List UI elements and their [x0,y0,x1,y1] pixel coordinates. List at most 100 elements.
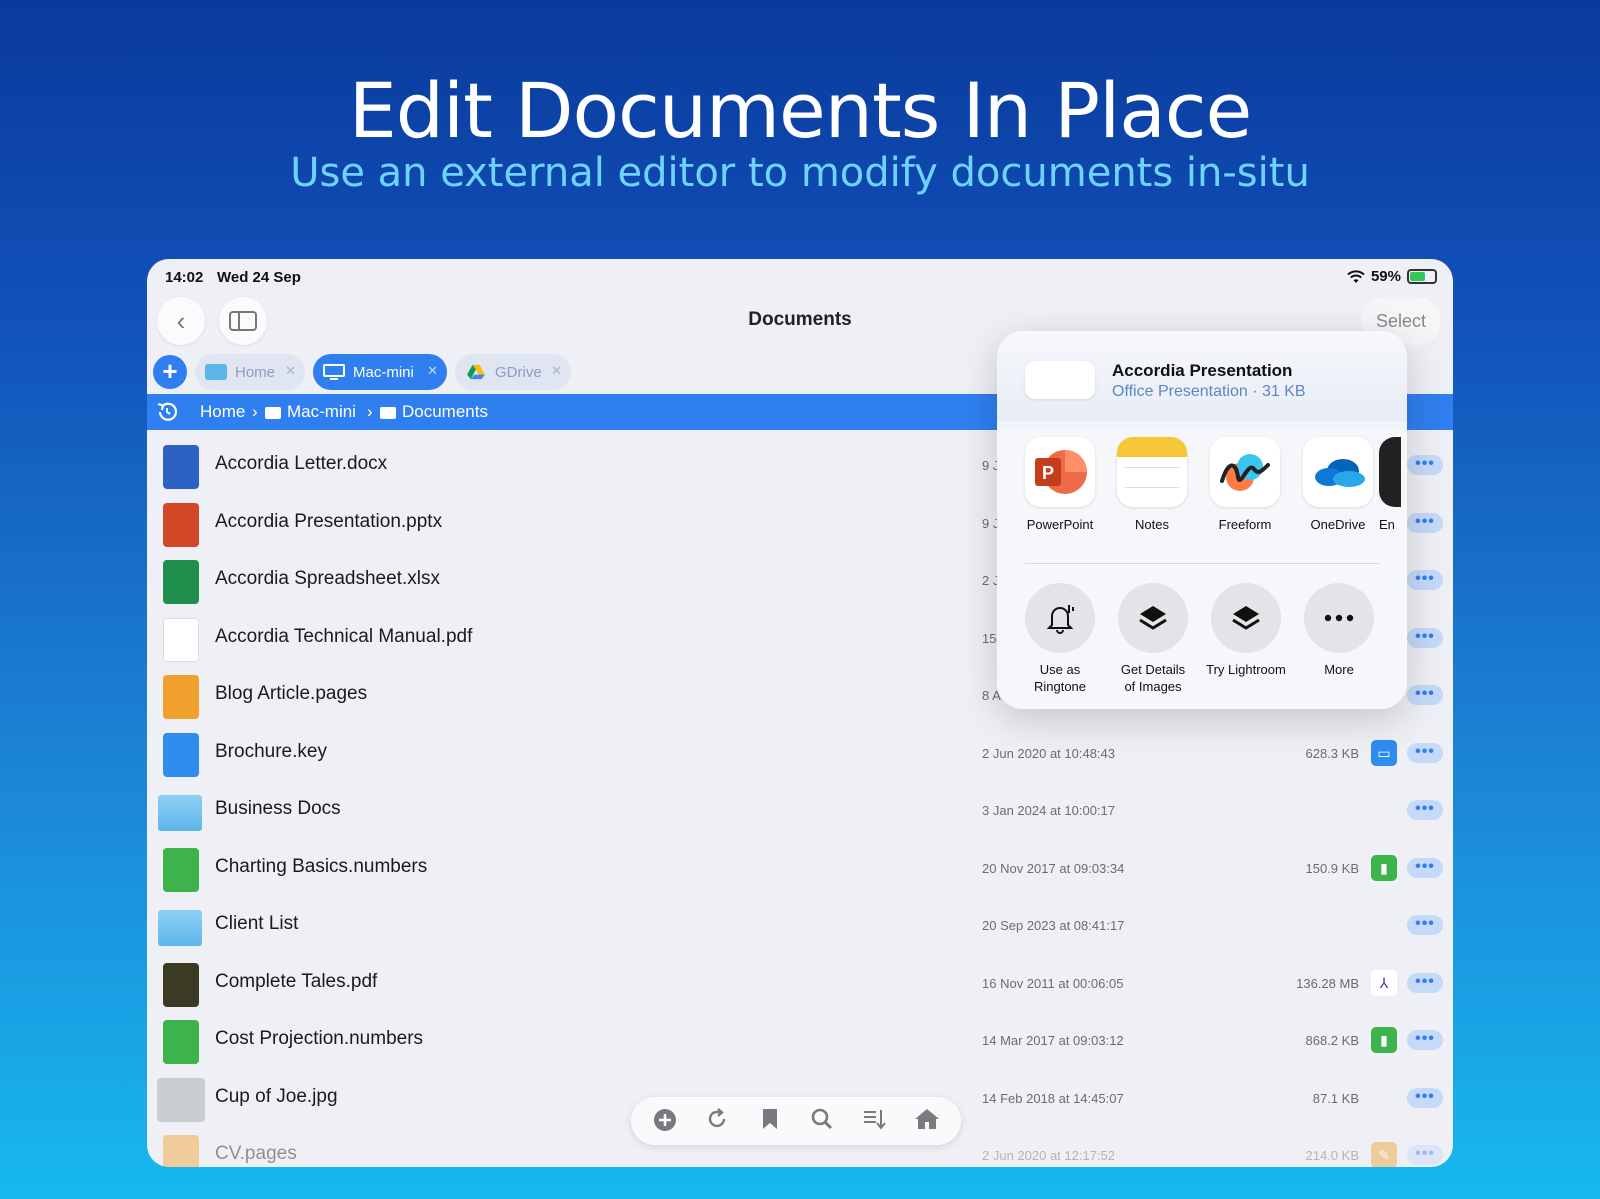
search-icon[interactable] [808,1107,836,1135]
status-indicators: 59% [1347,268,1437,285]
action-label: Try Lightroom [1206,662,1286,677]
file-name: Cup of Joe.jpg [215,1085,338,1107]
file-date: 20 Nov 2017 at 09:03:34 [982,860,1125,876]
bell-icon [1025,583,1095,653]
chevron-right-icon: › [252,402,258,421]
share-document-title: Accordia Presentation [1112,361,1293,380]
pages-doc-icon [163,1135,199,1167]
numbers-doc-icon [163,847,199,892]
share-app-freeform[interactable]: Freeform [1202,437,1288,532]
more-options-icon[interactable]: ••• [1407,1087,1443,1108]
file-row[interactable]: Client List 20 Sep 2023 at 08:41:17 ••• [147,894,1453,951]
google-drive-icon [467,364,485,380]
add-icon[interactable] [651,1107,679,1135]
file-name: Accordia Presentation.pptx [215,510,443,532]
pages-icon[interactable]: ✎ [1371,1142,1397,1167]
numbers-icon[interactable]: ▮ [1371,1027,1397,1053]
file-name: Complete Tales.pdf [215,970,378,992]
share-app-onedrive[interactable]: OneDrive [1295,437,1381,532]
more-options-icon[interactable]: ••• [1407,1145,1443,1165]
app-label: En [1379,517,1395,532]
breadcrumb-documents[interactable]: Documents [380,402,488,422]
home-icon[interactable] [913,1107,941,1135]
layers-icon [1211,583,1281,653]
powerpoint-app-icon: P [1025,437,1095,507]
file-size: 628.3 KB [1305,745,1360,761]
file-size: 150.9 KB [1305,860,1360,876]
more-options-icon[interactable]: ••• [1407,857,1443,878]
sort-icon[interactable] [860,1107,888,1135]
tab-home[interactable]: Home ✕ [195,354,305,390]
action-use-as-ringtone[interactable]: Use as Ringtone [1012,583,1108,695]
more-options-icon[interactable]: ••• [1407,627,1443,648]
action-more[interactable]: More [1291,583,1387,678]
monitor-icon [323,364,345,380]
svg-text:P: P [1042,463,1054,483]
action-get-details-of-images[interactable]: Get Details of Images [1105,583,1201,695]
file-name: Client List [215,913,299,934]
more-options-icon[interactable]: ••• [1407,685,1443,705]
status-time: 14:02 [165,269,204,286]
file-row[interactable]: Cost Projection.numbers 14 Mar 2017 at 09… [147,1009,1453,1066]
refresh-icon[interactable] [703,1107,731,1135]
more-options-icon[interactable]: ••• [1407,915,1443,935]
file-date: 14 Mar 2017 at 09:03:12 [982,1033,1124,1048]
add-tab-button[interactable]: + [153,355,187,389]
divider [1025,563,1379,564]
more-options-icon[interactable]: ••• [1407,972,1443,993]
more-options-icon[interactable]: ••• [1407,455,1443,475]
file-row[interactable]: Complete Tales.pdf 16 Nov 2011 at 00:06:0… [147,952,1453,1009]
chevron-right-icon: › [367,402,373,421]
share-app-partial[interactable]: En [1379,437,1407,532]
share-app-powerpoint[interactable]: P PowerPoint [1017,437,1103,532]
folder-icon [265,406,281,419]
file-name: Business Docs [215,798,341,819]
action-label: Use as Ringtone [1033,662,1087,694]
file-size: 868.2 KB [1305,1033,1360,1048]
powerpoint-doc-icon [163,502,199,547]
file-name: Blog Article.pages [215,683,368,704]
file-row[interactable]: Charting Basics.numbers 20 Nov 2017 at 09… [147,837,1453,894]
action-label: More [1324,662,1354,677]
file-row[interactable]: Brochure.key 2 Jun 2020 at 10:48:43 628.3 … [147,722,1453,779]
folder-icon [158,910,202,946]
file-size: 214.0 KB [1305,1148,1360,1163]
file-date: 3 Jan 2024 at 10:00:17 [982,803,1116,818]
close-icon[interactable]: ✕ [551,363,562,379]
file-date: 2 Jun 2020 at 10:48:43 [982,745,1116,761]
more-options-icon[interactable]: ••• [1407,1030,1443,1050]
share-sheet: Accordia Presentation Office Presentatio… [997,331,1407,709]
more-options-icon[interactable]: ••• [1407,742,1443,763]
bookmark-icon[interactable] [756,1107,784,1135]
share-document-subtitle: Office Presentation · 31 KB [1112,383,1306,400]
file-name: CV.pages [215,1143,297,1164]
history-icon[interactable] [155,400,179,424]
tab-label: Mac-mini [353,363,414,381]
more-options-icon[interactable]: ••• [1407,570,1443,590]
more-options-icon[interactable]: ••• [1407,512,1443,533]
pdf-thumbnail-icon [163,617,199,662]
breadcrumb-mac-mini[interactable]: Mac-mini [265,402,356,422]
bottom-toolbar [631,1097,961,1145]
close-icon[interactable]: ✕ [427,363,438,379]
ellipsis-icon [1304,583,1374,653]
acrobat-icon[interactable]: ⅄ [1371,969,1397,996]
action-try-lightroom[interactable]: Try Lightroom [1198,583,1294,678]
battery-percent: 59% [1370,268,1401,285]
file-row[interactable]: Business Docs 3 Jan 2024 at 10:00:17 ••• [147,779,1453,836]
close-icon[interactable]: ✕ [285,363,296,379]
breadcrumb-home[interactable]: Home [200,402,245,422]
numbers-icon[interactable]: ▮ [1371,854,1397,881]
tab-gdrive[interactable]: GDrive ✕ [455,354,571,390]
more-options-icon[interactable]: ••• [1407,800,1443,820]
tab-label: Home [235,363,276,381]
breadcrumb-label: Documents [402,402,488,421]
onedrive-app-icon [1303,437,1373,507]
share-header: Accordia Presentation Office Presentatio… [997,331,1407,421]
tab-mac-mini[interactable]: Mac-mini ✕ [313,354,447,390]
keynote-icon[interactable]: ▭ [1371,739,1397,766]
file-name: Accordia Letter.docx [215,453,388,474]
app-label: Freeform [1218,517,1272,532]
wifi-icon [1347,269,1365,283]
share-app-notes[interactable]: Notes [1109,437,1195,532]
